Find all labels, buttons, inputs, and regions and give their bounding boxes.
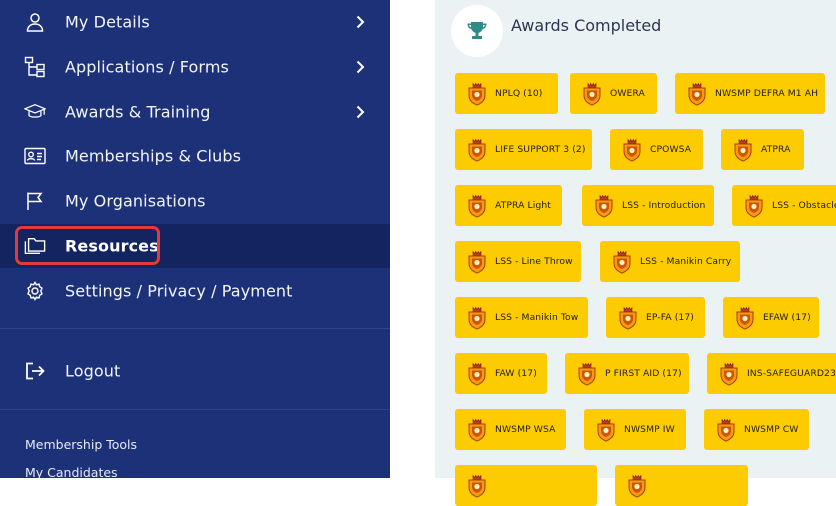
flag-icon — [24, 190, 46, 212]
crest-icon — [619, 306, 637, 330]
logout-button[interactable]: Logout — [0, 349, 390, 393]
award-badge[interactable]: CPOWSA — [610, 129, 703, 170]
award-badge-label: NWSMP WSA — [495, 424, 556, 435]
resources-highlight-box — [15, 226, 160, 265]
crest-icon — [628, 474, 646, 498]
award-badge-label: NPLQ (10) — [495, 88, 543, 99]
award-badge[interactable]: EFAW (17) — [723, 297, 819, 338]
crest-icon — [595, 194, 613, 218]
award-badge-label: LSS - Manikin Tow — [495, 312, 579, 323]
sitemap-icon — [24, 56, 46, 78]
award-badge[interactable]: NWSMP DEFRA M1 AH — [675, 73, 825, 114]
award-badge-label: ATPRA — [761, 144, 791, 155]
content-gutter — [390, 0, 435, 478]
sidebar: My Details Applications / Forms Awards &… — [0, 0, 390, 478]
award-badge[interactable]: LIFE SUPPORT 3 (2) — [455, 129, 592, 170]
id-card-icon — [24, 145, 46, 167]
sidebar-item-awards-training[interactable]: Awards & Training — [0, 90, 390, 134]
graduation-cap-icon — [24, 101, 46, 123]
award-badge[interactable]: LSS - Manikin Carry — [600, 241, 740, 282]
user-icon — [24, 11, 46, 33]
crest-icon — [468, 250, 486, 274]
award-badge[interactable]: P FIRST AID (17) — [565, 353, 689, 394]
crest-icon — [468, 362, 486, 386]
crest-icon — [578, 362, 596, 386]
sidebar-item-label: Memberships & Clubs — [65, 146, 242, 166]
award-badge-label: ATPRA Light — [495, 200, 551, 211]
sidebar-item-my-details[interactable]: My Details — [0, 0, 390, 44]
award-badge-label: INS-SAFEGUARD23 — [747, 368, 836, 379]
gear-icon — [24, 280, 46, 302]
crest-icon — [583, 82, 601, 106]
crest-icon — [597, 418, 615, 442]
award-badge[interactable]: NWSMP IW — [584, 409, 686, 450]
crest-icon — [720, 362, 738, 386]
awards-completed-title: Awards Completed — [511, 16, 662, 35]
my-candidates-link[interactable]: My Candidates — [25, 465, 118, 478]
award-badge[interactable]: OWERA — [570, 73, 657, 114]
award-badge[interactable]: ATPRA — [721, 129, 804, 170]
award-badge[interactable] — [615, 465, 748, 506]
award-badge[interactable]: LSS - Line Throw — [455, 241, 581, 282]
crest-icon — [734, 138, 752, 162]
award-badge-label: OWERA — [610, 88, 645, 99]
crest-icon — [468, 306, 486, 330]
sidebar-divider — [0, 409, 390, 410]
sidebar-item-label: Applications / Forms — [65, 57, 229, 77]
award-badge-label: LSS - Introduction — [622, 200, 706, 211]
awards-panel — [435, 0, 836, 478]
crest-icon — [717, 418, 735, 442]
award-badge[interactable]: LSS - Obstacles — [732, 185, 836, 226]
award-badge-label: NWSMP CW — [744, 424, 799, 435]
sidebar-item-my-organisations[interactable]: My Organisations — [0, 179, 390, 223]
award-badge-label: LSS - Obstacles — [772, 200, 836, 211]
logout-label: Logout — [65, 361, 121, 381]
membership-tools-link[interactable]: Membership Tools — [25, 437, 137, 452]
trophy-icon — [467, 22, 487, 39]
award-badge-label: FAW (17) — [495, 368, 537, 379]
logout-icon — [24, 360, 46, 382]
award-badge-label: NWSMP DEFRA M1 AH — [715, 88, 819, 99]
award-badge[interactable]: FAW (17) — [455, 353, 547, 394]
sidebar-item-memberships-clubs[interactable]: Memberships & Clubs — [0, 134, 390, 178]
award-badge[interactable]: EP-FA (17) — [606, 297, 705, 338]
sidebar-item-applications-forms[interactable]: Applications / Forms — [0, 45, 390, 89]
trophy-badge — [451, 5, 503, 57]
award-badge[interactable]: NPLQ (10) — [455, 73, 558, 114]
award-badge[interactable]: NWSMP WSA — [455, 409, 566, 450]
crest-icon — [688, 82, 706, 106]
crest-icon — [468, 82, 486, 106]
sidebar-item-settings[interactable]: Settings / Privacy / Payment — [0, 269, 390, 313]
crest-icon — [468, 474, 486, 498]
sidebar-divider — [0, 328, 390, 329]
sidebar-item-label: Awards & Training — [65, 102, 211, 122]
award-badge-label: CPOWSA — [650, 144, 692, 155]
award-badge-label: P FIRST AID (17) — [605, 368, 682, 379]
award-badge[interactable]: ATPRA Light — [455, 185, 562, 226]
award-badge-label: LSS - Line Throw — [495, 256, 573, 267]
award-badge[interactable]: LSS - Introduction — [582, 185, 714, 226]
award-badge-label: LSS - Manikin Carry — [640, 256, 732, 267]
award-badge[interactable] — [455, 465, 597, 506]
chevron-right-icon — [356, 15, 365, 29]
crest-icon — [613, 250, 631, 274]
award-badge[interactable]: LSS - Manikin Tow — [455, 297, 588, 338]
award-badge-label: EP-FA (17) — [646, 312, 694, 323]
crest-icon — [736, 306, 754, 330]
award-badge-label: NWSMP IW — [624, 424, 675, 435]
award-badge-label: EFAW (17) — [763, 312, 811, 323]
sidebar-item-label: Settings / Privacy / Payment — [65, 281, 293, 301]
sidebar-item-label: My Details — [65, 12, 150, 32]
award-badge-label: LIFE SUPPORT 3 (2) — [495, 144, 586, 155]
chevron-right-icon — [356, 60, 365, 74]
crest-icon — [623, 138, 641, 162]
crest-icon — [468, 138, 486, 162]
crest-icon — [468, 194, 486, 218]
crest-icon — [745, 194, 763, 218]
award-badge[interactable]: INS-SAFEGUARD23 — [707, 353, 836, 394]
crest-icon — [468, 418, 486, 442]
chevron-right-icon — [356, 105, 365, 119]
award-badge[interactable]: NWSMP CW — [704, 409, 809, 450]
sidebar-item-label: My Organisations — [65, 191, 206, 211]
